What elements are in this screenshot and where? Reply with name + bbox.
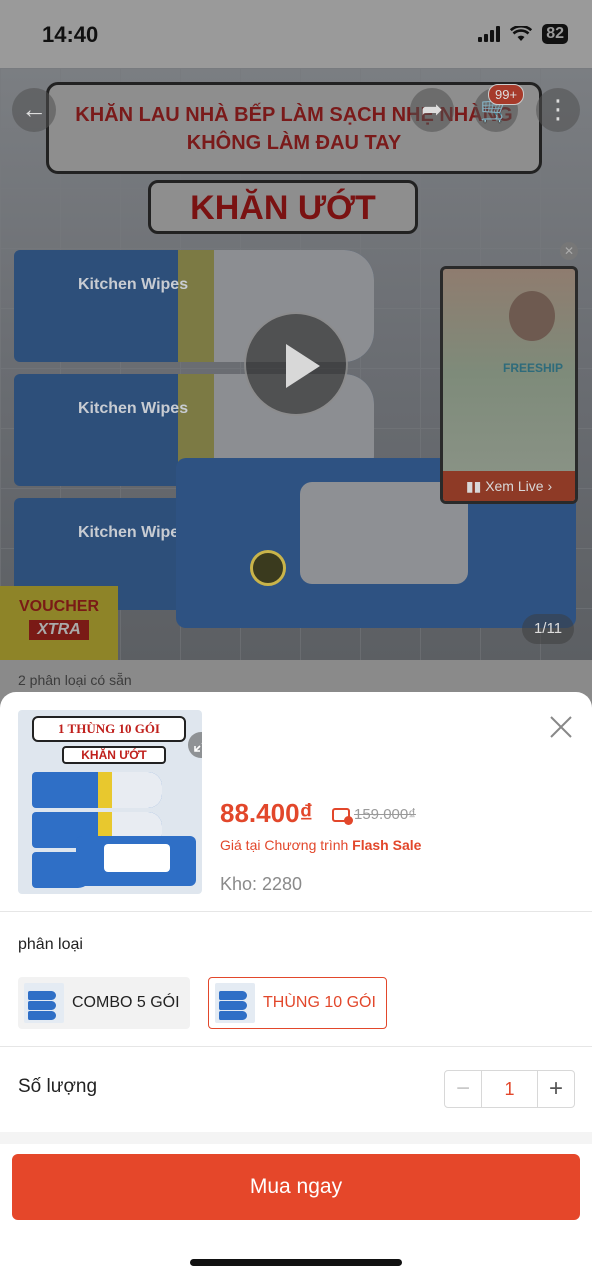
status-icons: 82	[478, 24, 568, 44]
flash-note-prefix: Giá tại Chương trình	[220, 837, 353, 853]
variants-available-note: 2 phân loại có sẵn	[18, 672, 132, 688]
variant-thumbnail	[215, 983, 255, 1023]
divider	[0, 911, 592, 912]
share-icon[interactable]: ➦	[410, 88, 454, 132]
watch-live-bar[interactable]: ▮▮ Xem Live ›	[443, 471, 575, 501]
thumbnail-pack-large	[76, 836, 196, 886]
divider	[0, 1046, 592, 1047]
streamer-avatar	[509, 291, 555, 341]
variant-option-thung-10[interactable]: THÙNG 10 GÓI	[208, 977, 387, 1029]
quantity-stepper: − 1 +	[444, 1070, 575, 1108]
expand-icon[interactable]	[188, 732, 202, 758]
variant-option-label: THÙNG 10 GÓI	[263, 994, 376, 1011]
product-image-carousel[interactable]: KHĂN LAU NHÀ BẾP LÀM SẠCH NHẸ NHÀNG KHÔN…	[0, 68, 592, 660]
stock-count: Kho: 2280	[220, 874, 302, 895]
flash-sale-highlight: Flash Sale	[352, 837, 422, 853]
increment-button[interactable]: +	[538, 1071, 574, 1107]
image-banner-main: KHĂN ƯỚT	[148, 180, 418, 234]
status-bar: 14:40 82	[0, 0, 592, 68]
decrement-button[interactable]: −	[445, 1071, 481, 1107]
pack-label: Kitchen Wipes	[78, 524, 189, 541]
play-video-icon[interactable]	[244, 312, 348, 416]
pack-label: Kitchen Wipes	[78, 276, 189, 293]
home-indicator	[190, 1259, 402, 1266]
xtra-label: XTRA	[29, 620, 89, 640]
quantity-label: Số lượng	[18, 1076, 98, 1097]
watch-live-label: Xem Live	[485, 478, 544, 494]
thumbnail-title: 1 THÙNG 10 GÓI	[32, 716, 186, 742]
quantity-value[interactable]: 1	[481, 1071, 538, 1107]
status-time: 14:40	[42, 22, 99, 47]
original-price: 159.000₫	[354, 806, 416, 823]
close-live-icon[interactable]: ✕	[560, 242, 578, 260]
buy-now-button[interactable]: Mua ngay	[12, 1154, 580, 1220]
freeship-text: FREESHIP	[503, 361, 564, 375]
variant-selection-sheet: 1 THÙNG 10 GÓI KHĂN ƯỚT 88.400₫ 159.000₫…	[0, 692, 592, 1280]
original-price-group: 159.000₫	[332, 806, 416, 825]
variant-section-label: phân loại	[18, 936, 83, 953]
cart-count-badge: 99+	[488, 84, 525, 105]
more-options-icon[interactable]: ⋮	[536, 88, 580, 132]
pack-label: Kitchen Wipes	[78, 400, 189, 417]
live-stream-frame	[443, 269, 575, 501]
thumbnail-pack	[32, 772, 162, 808]
price-tag-icon	[332, 807, 353, 825]
close-icon[interactable]	[548, 714, 574, 740]
voucher-xtra-badge: VOUCHER XTRA	[0, 586, 118, 660]
live-audio-icon: ▮▮	[465, 478, 486, 494]
signal-icon	[478, 26, 501, 42]
thumbnail-subtitle: KHĂN ƯỚT	[62, 746, 166, 764]
sale-price: 88.400₫	[220, 798, 313, 828]
battery-indicator: 82	[542, 24, 568, 44]
selected-variant-thumbnail[interactable]: 1 THÙNG 10 GÓI KHĂN ƯỚT	[18, 710, 202, 894]
stock-label: Kho: 2280	[220, 874, 303, 894]
variant-thumbnail	[24, 983, 64, 1023]
section-separator	[0, 1132, 592, 1144]
banner-line-1: KHĂN LAU NHÀ BẾP LÀM SẠCH NHẸ NHÀNG	[75, 104, 513, 126]
flash-sale-note: Giá tại Chương trình Flash Sale	[220, 837, 421, 853]
image-counter: 1/11	[522, 614, 574, 644]
banner-line-2: KHÔNG LÀM ĐAU TAY	[186, 132, 402, 154]
variant-option-combo-5[interactable]: COMBO 5 GÓI	[18, 977, 190, 1029]
image-banner: KHĂN LAU NHÀ BẾP LÀM SẠCH NHẸ NHÀNG KHÔN…	[46, 82, 542, 174]
wifi-icon	[510, 26, 533, 41]
back-arrow-icon[interactable]: ←	[12, 88, 56, 132]
pack-logo	[250, 550, 286, 586]
chevron-right-icon: ›	[547, 478, 553, 494]
variant-option-label: COMBO 5 GÓI	[72, 994, 180, 1011]
live-preview-card[interactable]: FREESHIP ▮▮ Xem Live ›	[440, 266, 578, 504]
voucher-label: VOUCHER	[18, 598, 99, 615]
